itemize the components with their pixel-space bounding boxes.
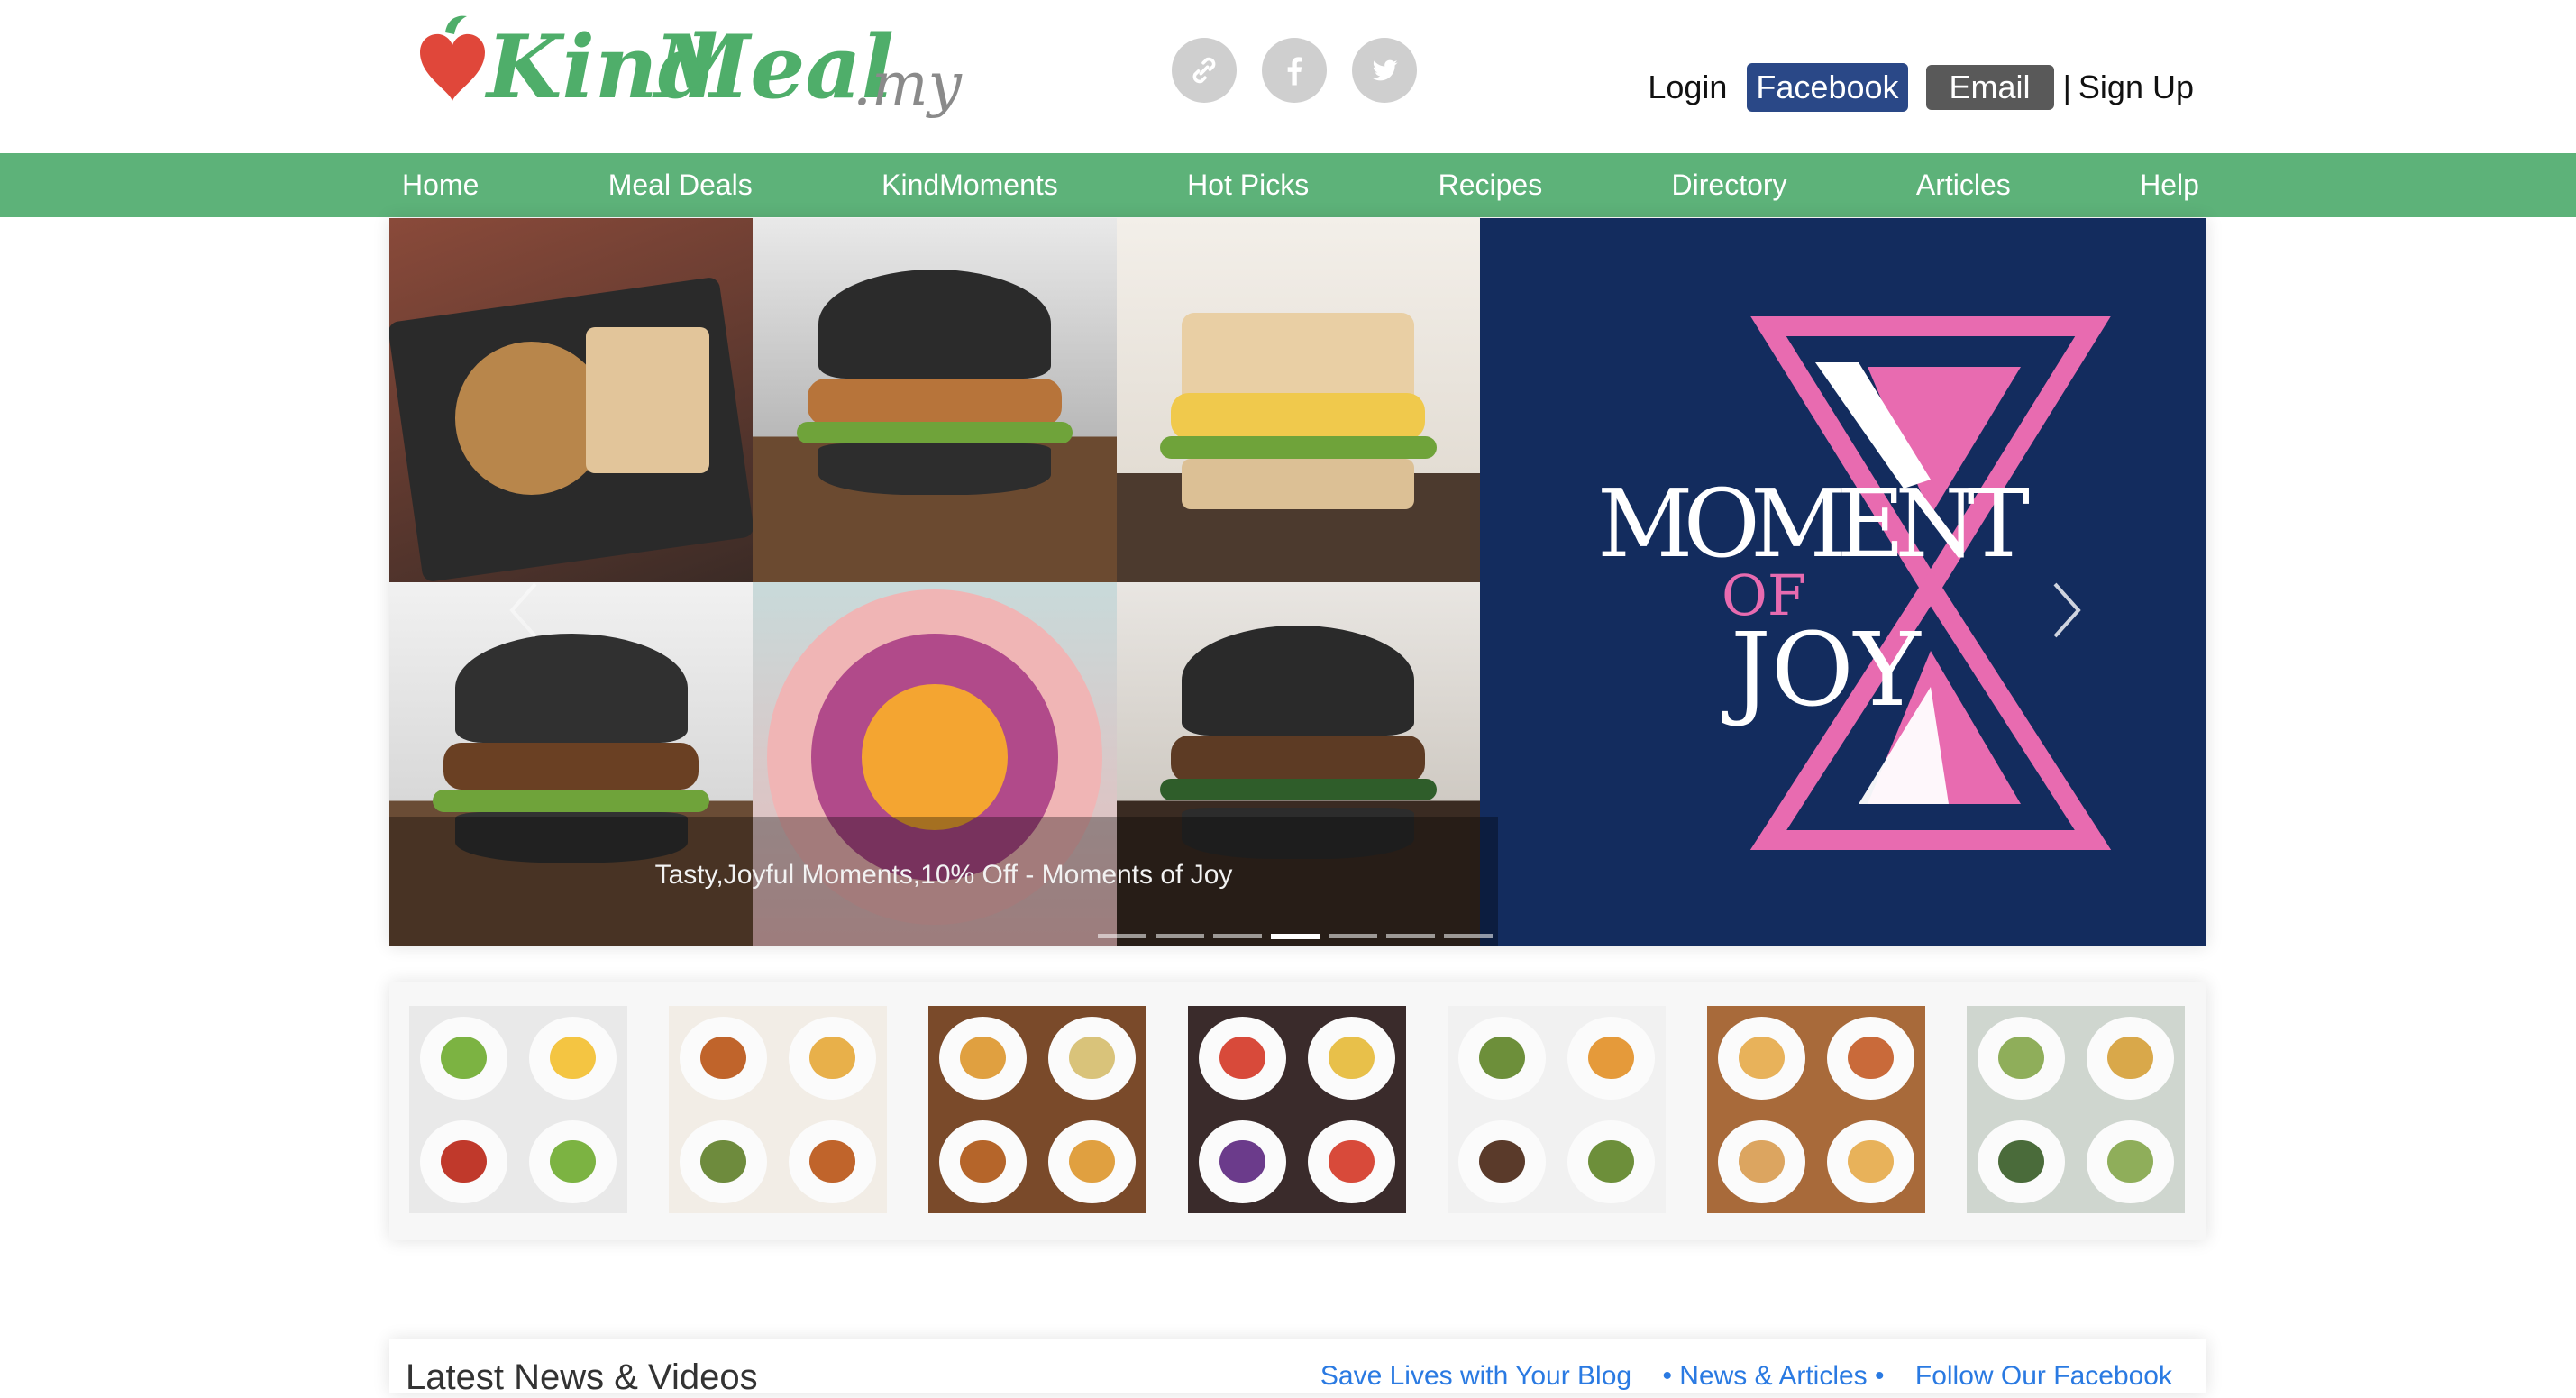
facebook-login-button[interactable]: Facebook — [1747, 63, 1908, 112]
meal-thumbnail[interactable] — [409, 1006, 627, 1213]
chevron-right-icon — [2053, 582, 2081, 638]
twitter-icon — [1372, 59, 1398, 81]
next-slide-arrow[interactable] — [2048, 579, 2084, 642]
slide-dot[interactable] — [1213, 934, 1262, 938]
nav-item-meal-deals[interactable]: Meal Deals — [599, 169, 762, 202]
meal-thumbnail[interactable] — [1967, 1006, 2185, 1213]
svg-text:Joy: Joy — [1722, 612, 1922, 729]
nav-item-hot-picks[interactable]: Hot Picks — [1178, 169, 1318, 202]
auth-separator: | — [2062, 69, 2071, 105]
nav-item-directory[interactable]: Directory — [1663, 169, 1796, 202]
auth-links: Login Facebook Email | Sign Up — [1648, 59, 2194, 115]
meal-thumbnail[interactable] — [669, 1006, 887, 1213]
nav-item-recipes[interactable]: Recipes — [1430, 169, 1552, 202]
facebook-icon — [1287, 57, 1302, 86]
meal-thumbnail[interactable] — [928, 1006, 1146, 1213]
news-links: Save Lives with Your Blog • News & Artic… — [1297, 1361, 2172, 1392]
facebook-share-button[interactable] — [1262, 38, 1327, 103]
latest-news-box: Latest News & Videos Save Lives with You… — [389, 1339, 2206, 1397]
slide-dot[interactable] — [1271, 934, 1320, 939]
follow-facebook-link[interactable]: Follow Our Facebook — [1915, 1361, 2172, 1391]
svg-text:.my: .my — [853, 50, 963, 119]
meal-thumbnail[interactable] — [1188, 1006, 1406, 1213]
slide-caption[interactable]: Tasty,Joyful Moments,10% Off - Moments o… — [389, 860, 1498, 891]
twitter-share-button[interactable] — [1352, 38, 1417, 103]
thumbnail-strip — [389, 982, 2206, 1240]
moment-of-joy-poster: Moment of Joy — [1480, 218, 2206, 946]
link-share-button[interactable] — [1172, 38, 1237, 103]
main-nav: Home Meal Deals KindMoments Hot Picks Re… — [0, 153, 2576, 217]
hero-slider[interactable]: Moment of Joy Tasty,Joyful Moments,10% O… — [389, 218, 2206, 946]
news-articles-link[interactable]: • News & Articles • — [1662, 1361, 1884, 1391]
nav-item-kindmoments[interactable]: KindMoments — [872, 169, 1067, 202]
chevron-left-icon — [509, 582, 537, 638]
signup-link[interactable]: Sign Up — [2078, 69, 2194, 106]
food-photo — [1116, 218, 1480, 582]
slide-dot[interactable] — [1098, 934, 1146, 938]
nav-item-help[interactable]: Help — [2131, 169, 2208, 202]
site-header: Kind Meal .my Login Facebook Email | Sig… — [0, 0, 2576, 153]
slide-indicators — [1098, 934, 1493, 939]
nav-item-articles[interactable]: Articles — [1907, 169, 2020, 202]
link-icon — [1192, 57, 1216, 84]
latest-news-title: Latest News & Videos — [406, 1357, 758, 1397]
email-login-button[interactable]: Email — [1925, 65, 2054, 110]
prev-slide-arrow[interactable] — [507, 579, 543, 642]
slide-dot[interactable] — [1386, 934, 1435, 938]
meal-thumbnail[interactable] — [1707, 1006, 1925, 1213]
food-photo — [389, 218, 754, 582]
slide-dot[interactable] — [1329, 934, 1377, 938]
slide-dot[interactable] — [1156, 934, 1204, 938]
nav-item-home[interactable]: Home — [393, 169, 488, 202]
heart-logo-icon — [420, 33, 485, 101]
save-lives-blog-link[interactable]: Save Lives with Your Blog — [1320, 1361, 1631, 1391]
slide-dot[interactable] — [1444, 934, 1493, 938]
svg-text:Moment: Moment — [1597, 469, 2030, 579]
login-link[interactable]: Login — [1648, 69, 1727, 106]
kindmeal-logo[interactable]: Kind Meal .my — [393, 7, 970, 133]
meal-thumbnail[interactable] — [1448, 1006, 1666, 1213]
food-photo — [753, 218, 1117, 582]
